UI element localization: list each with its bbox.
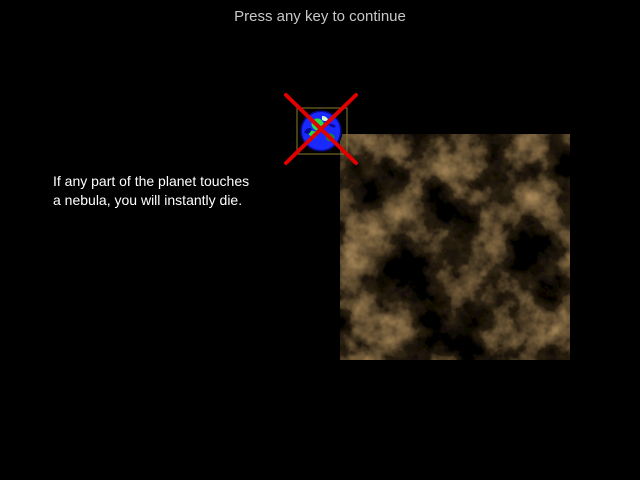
instruction-line-2: a nebula, you will instantly die. <box>53 192 243 208</box>
instruction-line-1: If any part of the planet touches <box>53 173 250 189</box>
instructions-text: If any part of the planet touches a nebu… <box>53 172 313 210</box>
nebula-hazard <box>340 134 570 360</box>
press-any-key-prompt: Press any key to continue <box>234 8 406 25</box>
nebula-cloud <box>340 134 570 360</box>
planet-crossed-out-icon <box>284 93 358 165</box>
